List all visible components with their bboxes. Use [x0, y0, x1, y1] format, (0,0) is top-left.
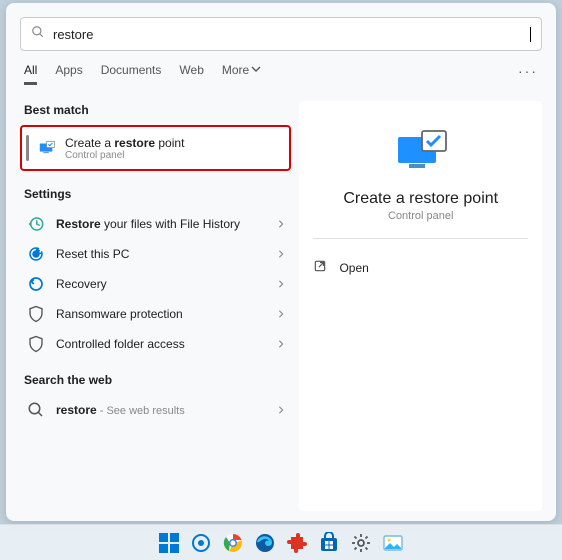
taskbar-puzzle-icon[interactable] [286, 532, 308, 554]
restore-point-icon [37, 138, 57, 158]
best-match-subtitle: Control panel [65, 150, 184, 161]
details-subtitle: Control panel [388, 210, 453, 222]
best-match-header: Best match [24, 103, 287, 117]
divider [313, 238, 528, 239]
chevron-right-icon [277, 245, 285, 263]
settings-item-recovery[interactable]: Recovery [20, 269, 291, 299]
taskbar-edge-icon[interactable] [254, 532, 276, 554]
taskbar-devices-icon[interactable] [190, 532, 212, 554]
results-left-pane: Best match Create a restore point Contro… [20, 101, 291, 511]
best-match-item[interactable]: Create a restore point Control panel [20, 125, 291, 171]
chevron-right-icon [277, 305, 285, 323]
search-icon [26, 400, 46, 420]
taskbar-photos-icon[interactable] [382, 532, 404, 554]
chevron-right-icon [277, 401, 285, 419]
settings-item-ransomware[interactable]: Ransomware protection [20, 299, 291, 329]
search-icon [31, 25, 45, 44]
settings-item-reset-pc[interactable]: Reset this PC [20, 239, 291, 269]
tab-more[interactable]: More [222, 63, 261, 83]
text-caret [530, 27, 531, 42]
tab-documents[interactable]: Documents [101, 63, 162, 83]
filter-tabs: All Apps Documents Web More ··· [24, 63, 538, 83]
recovery-icon [26, 274, 46, 294]
reset-icon [26, 244, 46, 264]
search-web-item[interactable]: restore - See web results [20, 395, 291, 425]
taskbar-start-icon[interactable] [158, 532, 180, 554]
open-action[interactable]: Open [313, 255, 368, 280]
tab-all[interactable]: All [24, 63, 37, 83]
settings-header: Settings [24, 187, 287, 201]
best-match-title: Create a restore point [65, 136, 184, 150]
settings-item-folder-access[interactable]: Controlled folder access [20, 329, 291, 359]
search-input[interactable] [45, 27, 536, 42]
settings-item-restore-files[interactable]: Restore your files with File History [20, 209, 291, 239]
taskbar-chrome-icon[interactable] [222, 532, 244, 554]
chevron-right-icon [277, 335, 285, 353]
chevron-right-icon [277, 275, 285, 293]
taskbar-settings-icon[interactable] [350, 532, 372, 554]
restore-point-large-icon [394, 129, 448, 178]
shield-icon [26, 334, 46, 354]
tab-web[interactable]: Web [179, 63, 203, 83]
more-options-icon[interactable]: ··· [518, 63, 538, 83]
taskbar [0, 524, 562, 560]
taskbar-store-icon[interactable] [318, 532, 340, 554]
start-search-panel: All Apps Documents Web More ··· Best mat… [6, 3, 556, 521]
selection-bar [26, 135, 29, 161]
search-box[interactable] [20, 17, 542, 51]
history-icon [26, 214, 46, 234]
open-icon [313, 259, 327, 276]
search-web-header: Search the web [24, 373, 287, 387]
tab-apps[interactable]: Apps [55, 63, 82, 83]
shield-icon [26, 304, 46, 324]
details-title: Create a restore point [343, 190, 498, 208]
chevron-right-icon [277, 215, 285, 233]
details-pane: Create a restore point Control panel Ope… [299, 101, 542, 511]
